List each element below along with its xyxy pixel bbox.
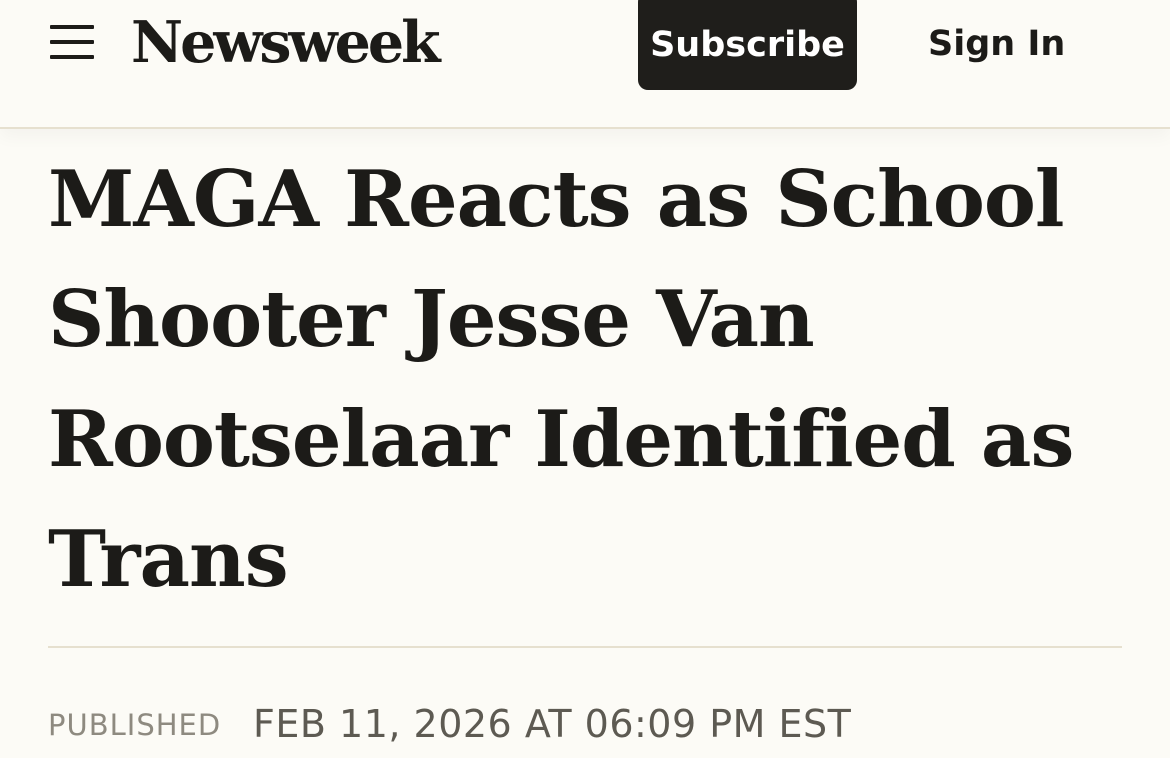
menu-bar [50, 55, 94, 59]
subscribe-button[interactable]: Subscribe [638, 0, 857, 90]
headline-divider [48, 646, 1122, 648]
menu-bar [50, 25, 94, 29]
menu-bar [50, 40, 94, 44]
published-date: FEB 11, 2026 AT 06:09 PM EST [253, 702, 852, 746]
published-label: PUBLISHED [48, 708, 222, 742]
article-headline: MAGA Reacts as School Shooter Jesse Van … [48, 154, 1074, 605]
newsweek-logo[interactable]: Newsweek [131, 4, 441, 82]
hamburger-menu-icon[interactable] [50, 25, 94, 61]
site-header: Newsweek Subscribe Sign In [0, 0, 1170, 129]
sign-in-link[interactable]: Sign In [928, 20, 1065, 68]
